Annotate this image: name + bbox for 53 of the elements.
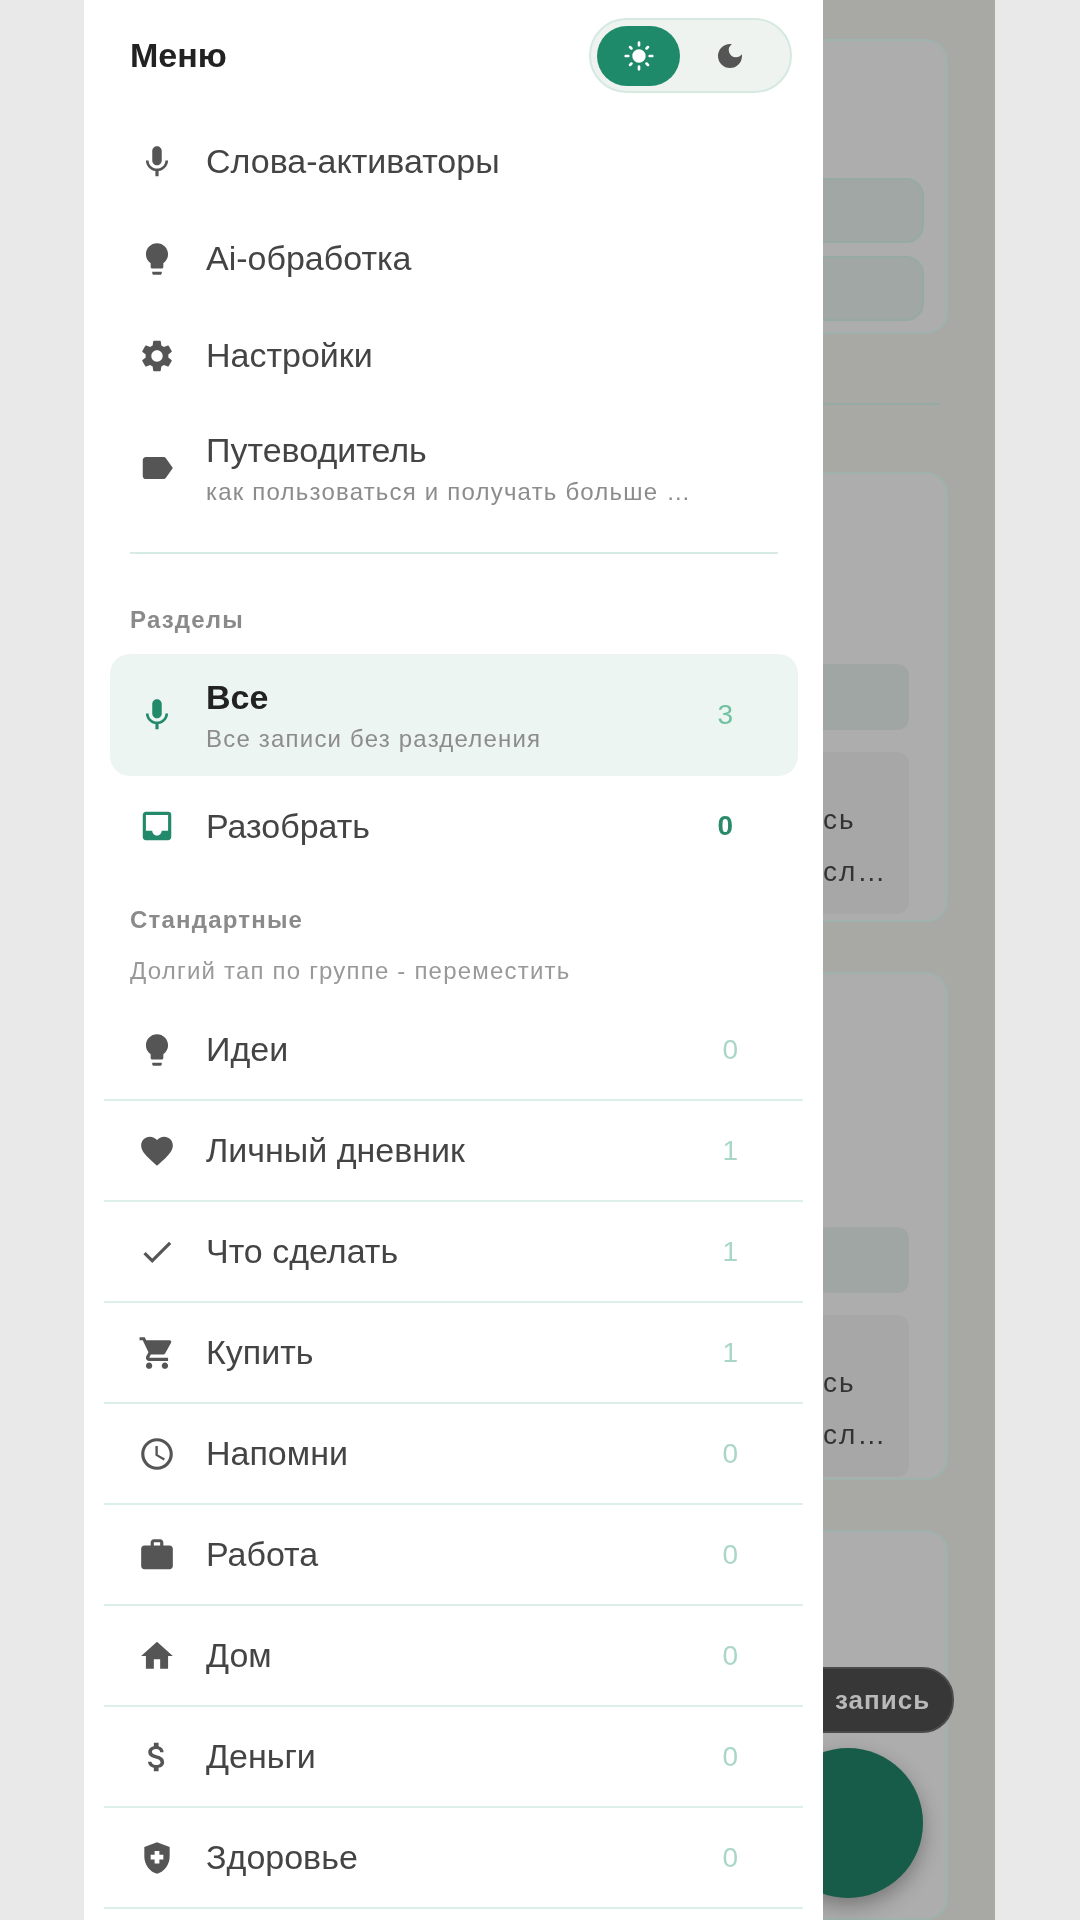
section-subtitle: Все записи без разделения xyxy=(206,724,542,753)
card-text: сл… xyxy=(823,1418,888,1453)
menu-item-subtitle: как пользоваться и получать больше … xyxy=(206,477,692,506)
menu-item-label: Настройки xyxy=(206,336,373,375)
group-item[interactable]: Купить 1 xyxy=(104,1303,803,1404)
count-label: 3 xyxy=(717,699,733,731)
section-item[interactable]: Все Все записи без разделения 3 xyxy=(110,654,798,776)
count-label: 0 xyxy=(722,1033,738,1066)
group-heading: Стандартные xyxy=(129,905,304,935)
count-label: 1 xyxy=(722,1235,738,1268)
menu-item[interactable]: Путеводитель как пользоваться и получать больше … xyxy=(84,404,823,532)
group-item[interactable]: Личный дневник 1 xyxy=(104,1101,803,1202)
group-label: Что сделать xyxy=(206,1232,399,1271)
count-label: 0 xyxy=(722,1841,738,1874)
count-label: 0 xyxy=(722,1639,738,1672)
card-text: сл… xyxy=(823,854,888,889)
group-item[interactable]: Идеи 0 xyxy=(104,1000,803,1101)
group-item[interactable]: Дом 0 xyxy=(104,1606,803,1707)
section-label: Разобрать xyxy=(206,806,371,846)
group-label: Идеи xyxy=(206,1030,289,1069)
menu-item-label: Путеводитель xyxy=(206,430,428,470)
count-label: 0 xyxy=(717,810,733,842)
menu-item[interactable]: Слова-активаторы xyxy=(84,113,823,210)
group-label: Личный дневник xyxy=(206,1131,465,1170)
section-item[interactable]: Разобрать 0 xyxy=(110,776,798,876)
menu-item[interactable]: Настройки xyxy=(84,307,823,404)
group-hint: Долгий тап по группе - переместить xyxy=(129,956,571,986)
menu-item[interactable]: Ai-обработка xyxy=(84,210,823,307)
group-label: Купить xyxy=(206,1333,314,1372)
group-label: Деньги xyxy=(206,1737,316,1776)
section-label: Все xyxy=(206,677,270,717)
count-label: 1 xyxy=(722,1134,738,1167)
group-label: Работа xyxy=(206,1535,319,1574)
card-text: сь xyxy=(823,1366,856,1401)
group-item[interactable]: Что сделать 1 xyxy=(104,1202,803,1303)
menu-item-label: Слова-активаторы xyxy=(206,142,500,181)
light-theme-option[interactable] xyxy=(597,25,680,86)
menu-item-label: Ai-обработка xyxy=(206,239,412,278)
group-label: Здоровье xyxy=(206,1838,358,1877)
count-label: 0 xyxy=(722,1740,738,1773)
count-label: 0 xyxy=(722,1538,738,1571)
count-label: 0 xyxy=(722,1437,738,1470)
group-label: Напомни xyxy=(206,1434,348,1473)
group-item[interactable]: Деньги 0 xyxy=(104,1707,803,1808)
card-text: сь xyxy=(823,802,856,837)
section-heading: Разделы xyxy=(129,605,244,635)
count-label: 1 xyxy=(722,1336,738,1369)
sun-icon xyxy=(622,39,655,72)
group-item[interactable]: Работа 0 xyxy=(104,1505,803,1606)
group-item[interactable]: Здоровье 0 xyxy=(104,1808,803,1909)
group-label: Дом xyxy=(206,1636,272,1675)
menu-title: Меню xyxy=(130,36,227,75)
group-item[interactable]: Напомни 0 xyxy=(104,1404,803,1505)
